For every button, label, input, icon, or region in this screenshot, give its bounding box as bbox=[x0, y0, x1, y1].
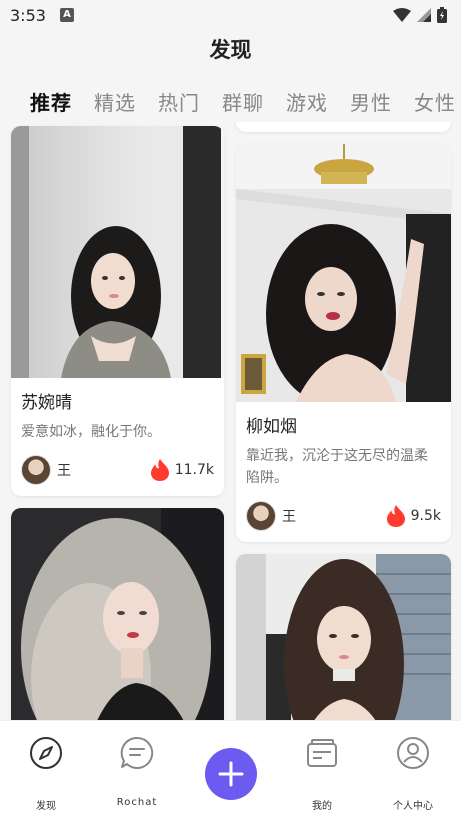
tab-group-chat[interactable]: 群聊 bbox=[222, 87, 264, 116]
character-portrait bbox=[236, 554, 451, 720]
likes-counter: 11.7k bbox=[150, 459, 214, 481]
chat-bubble-icon bbox=[120, 736, 154, 769]
character-card-partial[interactable] bbox=[236, 122, 451, 132]
tab-featured[interactable]: 精选 bbox=[94, 87, 136, 116]
nav-rochat[interactable]: Rochat bbox=[102, 735, 172, 808]
category-tabs: 推荐 精选 热门 群聊 游戏 男性 女性 bbox=[0, 84, 461, 118]
nav-discover-label: 发现 bbox=[36, 801, 56, 812]
like-count: 9.5k bbox=[410, 508, 441, 524]
nav-mine-label: 我的 bbox=[312, 801, 332, 812]
nav-profile-label: 个人中心 bbox=[393, 801, 433, 812]
signal-icon bbox=[417, 8, 431, 22]
nav-profile[interactable]: 个人中心 bbox=[378, 735, 448, 812]
status-icons bbox=[393, 7, 447, 23]
cards-icon bbox=[307, 739, 337, 767]
user-circle-icon bbox=[397, 737, 429, 769]
card-footer: 王 9.5k bbox=[246, 500, 441, 532]
like-count: 11.7k bbox=[174, 462, 214, 478]
tab-male[interactable]: 男性 bbox=[350, 87, 392, 116]
character-portrait bbox=[11, 126, 224, 378]
nav-discover[interactable]: 发现 bbox=[11, 735, 81, 812]
character-card[interactable] bbox=[11, 508, 224, 720]
card-footer: 王 11.7k bbox=[21, 454, 214, 486]
character-description: 爱意如冰，融化于你。 bbox=[21, 424, 161, 440]
character-feed[interactable]: 苏婉晴 爱意如冰，融化于你。 王 11.7k 柳如烟 靠近我，沉沦于这无尽的温柔… bbox=[0, 122, 461, 720]
fire-icon bbox=[150, 459, 169, 481]
bottom-nav: 发现 Rochat 我的 个人中心 bbox=[0, 720, 461, 821]
create-button[interactable] bbox=[205, 748, 257, 800]
tab-popular[interactable]: 热门 bbox=[158, 87, 200, 116]
author-avatar[interactable] bbox=[21, 455, 51, 485]
character-name: 柳如烟 bbox=[246, 417, 297, 437]
fire-icon bbox=[386, 505, 405, 527]
page-title: 发现 bbox=[209, 38, 252, 62]
character-card[interactable]: 苏婉晴 爱意如冰，融化于你。 王 11.7k bbox=[11, 126, 224, 496]
author-name[interactable]: 王 bbox=[57, 460, 71, 480]
wifi-icon bbox=[393, 8, 411, 22]
battery-icon bbox=[437, 7, 447, 23]
author-avatar[interactable] bbox=[246, 501, 276, 531]
notification-app-icon: A bbox=[59, 8, 74, 22]
compass-icon bbox=[30, 737, 62, 769]
tab-female[interactable]: 女性 bbox=[414, 87, 456, 116]
character-card[interactable] bbox=[236, 554, 451, 720]
likes-counter: 9.5k bbox=[386, 505, 441, 527]
tab-recommended[interactable]: 推荐 bbox=[30, 87, 72, 116]
character-card[interactable]: 柳如烟 靠近我，沉沦于这无尽的温柔陷阱。 王 9.5k bbox=[236, 144, 451, 542]
character-name: 苏婉晴 bbox=[21, 393, 72, 413]
character-portrait bbox=[236, 144, 451, 402]
plus-icon bbox=[218, 761, 244, 787]
author-name[interactable]: 王 bbox=[282, 506, 296, 526]
status-bar: 3:53 A bbox=[0, 0, 461, 30]
character-description: 靠近我，沉沦于这无尽的温柔陷阱。 bbox=[246, 448, 428, 486]
tab-games[interactable]: 游戏 bbox=[286, 87, 328, 116]
character-portrait bbox=[11, 508, 224, 720]
nav-rochat-label: Rochat bbox=[116, 797, 158, 808]
nav-mine[interactable]: 我的 bbox=[287, 735, 357, 812]
status-time: 3:53 bbox=[10, 5, 46, 25]
